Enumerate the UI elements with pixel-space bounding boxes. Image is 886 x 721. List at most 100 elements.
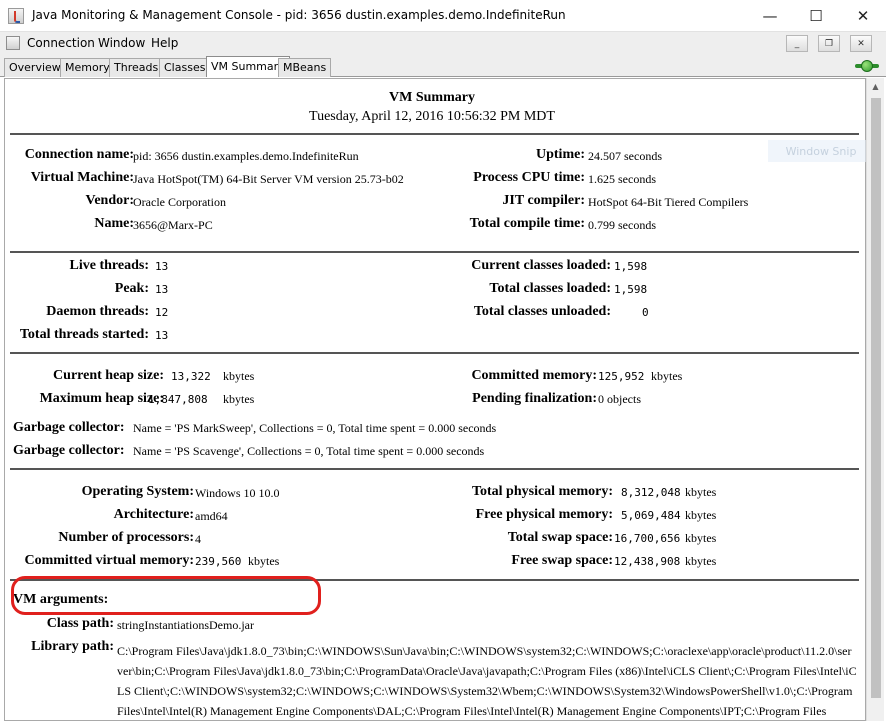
architecture-value: amd64 [195,509,228,523]
menu-help[interactable]: Help [151,36,178,50]
menu-bar: Connection Window Help _ ❐ ✕ [0,31,886,55]
java-console-icon [8,8,24,24]
committed-virtual-memory-unit: kbytes [248,554,280,568]
total-physical-memory-label: Total physical memory: [471,484,613,499]
vendor-label: Vendor: [85,193,135,208]
plug-head [861,60,873,72]
process-cpu-value: 1.625 seconds [588,172,656,186]
virtual-machine-value: Java HotSpot(TM) 64-Bit Server VM versio… [133,172,404,186]
compile-time-label: Total compile time: [469,216,585,231]
connected-plug-icon[interactable] [855,59,879,73]
total-physical-memory-value: 8,312,048 [621,486,681,499]
max-heap-label: Maximum heap size: [39,391,164,406]
live-threads-value: 13 [155,260,169,273]
menu-connection[interactable]: Connection [27,36,95,50]
summary-title: VM Summary [389,90,475,105]
operating-system-value: Windows 10 10.0 [195,486,280,500]
daemon-threads-value: 12 [155,306,169,319]
process-cpu-label: Process CPU time: [473,170,585,185]
pending-finalization-value: 0 objects [598,392,641,406]
processors-label: Number of processors: [58,530,194,545]
gc-marksweep-label: Garbage collector: [13,420,125,435]
class-path-label: Class path: [46,616,114,631]
free-swap-label: Free swap space: [511,553,613,568]
name-label: Name: [94,216,134,231]
current-classes-label: Current classes loaded: [471,258,611,273]
committed-memory-label: Committed memory: [471,368,597,383]
free-swap-value: 12,438,908 [614,555,681,568]
minimize-button[interactable]: — [747,0,793,31]
vm-summary-panel: VM Summary Tuesday, April 12, 2016 10:56… [4,78,866,721]
vertical-scrollbar[interactable]: ▲ [866,78,884,721]
annotation-highlight [11,576,321,615]
committed-virtual-memory-label: Committed virtual memory: [24,553,194,568]
classes-unloaded-label: Total classes unloaded: [473,304,611,319]
section-divider [10,468,859,470]
tab-memory[interactable]: Memory [60,58,115,77]
scroll-thumb[interactable] [871,98,881,698]
compile-time-value: 0.799 seconds [588,218,656,232]
jit-compiler-label: JIT compiler: [502,193,585,208]
java-document-icon[interactable] [6,36,20,50]
summary-datetime: Tuesday, April 12, 2016 10:56:32 PM MDT [309,109,555,124]
gc-marksweep-value: Name = 'PS MarkSweep', Collections = 0, … [133,421,497,435]
section-divider [10,352,859,354]
total-classes-value: 1,598 [614,283,648,296]
tab-classes[interactable]: Classes [159,58,211,77]
heap-size-value: 13,322 [171,370,211,383]
daemon-threads-label: Daemon threads: [46,304,149,319]
inner-close-button[interactable]: ✕ [850,35,872,52]
vendor-value: Oracle Corporation [133,195,226,209]
close-button[interactable]: ✕ [840,0,886,31]
inner-restore-button[interactable]: ❐ [818,35,840,52]
architecture-label: Architecture: [113,507,194,522]
virtual-machine-label: Virtual Machine: [30,170,134,185]
connection-name-label: Connection name: [24,147,134,162]
max-heap-value: 1,847,808 [148,393,208,406]
peak-threads-value: 13 [155,283,169,296]
total-physical-memory-unit: kbytes [685,485,717,499]
menu-window[interactable]: Window [98,36,145,50]
classes-unloaded-value: 0 [642,306,649,319]
current-classes-value: 1,598 [614,260,648,273]
scroll-up-arrow-icon[interactable]: ▲ [867,78,884,95]
threads-started-value: 13 [155,329,169,342]
connection-name-value: pid: 3656 dustin.examples.demo.Indefinit… [133,149,359,163]
jit-compiler-value: HotSpot 64-Bit Tiered Compilers [588,195,749,209]
library-path-value: C:\Program Files\Java\jdk1.8.0_73\bin;C:… [117,644,857,718]
heap-size-unit: kbytes [223,369,255,383]
total-swap-value: 16,700,656 [614,532,681,545]
gc-scavenge-label: Garbage collector: [13,443,125,458]
heap-size-label: Current heap size: [53,368,164,383]
title-bar: Java Monitoring & Management Console - p… [0,0,886,31]
window-snip-watermark: Window Snip [768,140,874,162]
inner-minimize-button[interactable]: _ [786,35,808,52]
committed-memory-value: 125,952 [598,370,645,383]
operating-system-label: Operating System: [81,484,194,499]
tab-overview[interactable]: Overview [4,58,66,77]
class-path-value: stringInstantiationsDemo.jar [117,618,254,632]
section-divider [10,251,859,253]
library-path-label: Library path: [31,639,114,654]
uptime-value: 24.507 seconds [588,149,662,163]
tab-mbeans[interactable]: MBeans [278,58,332,77]
max-heap-unit: kbytes [223,392,255,406]
name-value: 3656@Marx-PC [133,218,213,232]
peak-threads-label: Peak: [114,281,149,296]
committed-virtual-memory-value: 239,560 [195,555,242,568]
free-physical-memory-value: 5,069,484 [621,509,681,522]
total-swap-unit: kbytes [685,531,717,545]
free-physical-memory-label: Free physical memory: [475,507,613,522]
threads-started-label: Total threads started: [19,327,149,342]
gc-scavenge-value: Name = 'PS Scavenge', Collections = 0, T… [133,444,485,458]
maximize-button[interactable]: ☐ [793,0,839,31]
committed-memory-unit: kbytes [651,369,683,383]
window-title: Java Monitoring & Management Console - p… [32,8,566,22]
tab-bar: Overview Memory Threads Classes VM Summa… [0,55,886,77]
processors-value: 4 [195,532,201,546]
pending-finalization-label: Pending finalization: [472,391,597,406]
live-threads-label: Live threads: [69,258,149,273]
section-divider [10,133,859,135]
uptime-label: Uptime: [536,147,585,162]
tab-threads[interactable]: Threads [109,58,164,77]
